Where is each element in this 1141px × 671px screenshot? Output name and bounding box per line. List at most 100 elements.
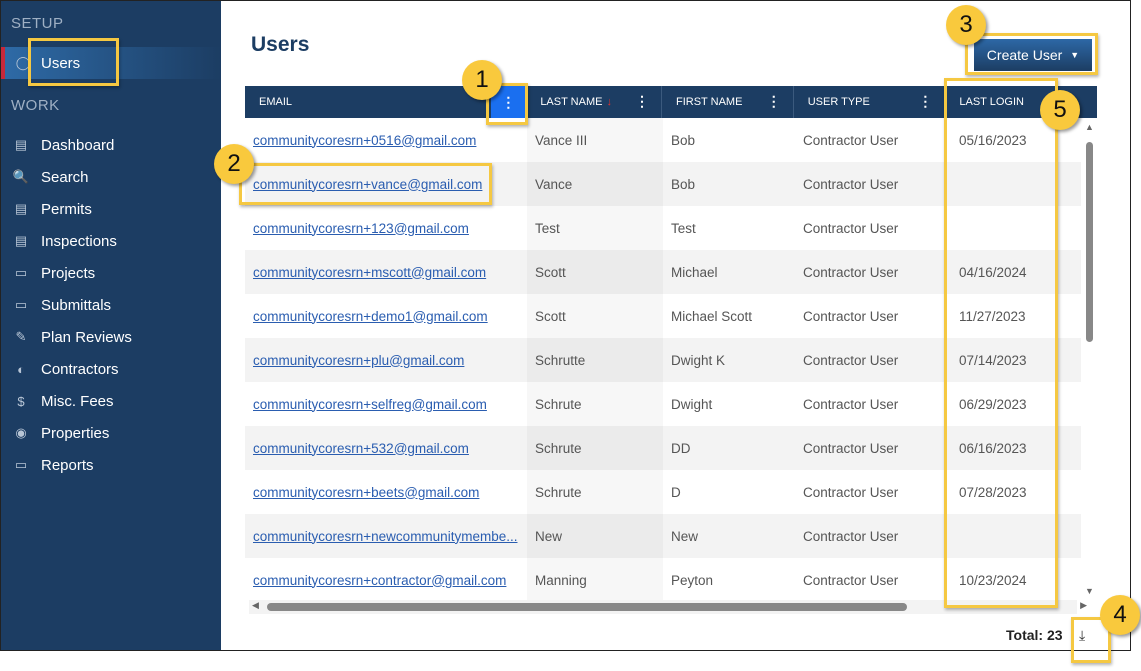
sidebar-item-label: Inspections [41,232,117,250]
document-icon: ▤ [14,201,28,216]
vertical-scroll-thumb[interactable] [1086,142,1093,342]
sidebar-item-reports[interactable]: ▭ Reports [1,449,221,481]
sidebar-item-label: Dashboard [41,136,115,154]
sidebar-item-label: Misc. Fees [41,392,114,410]
sidebar-item-inspections[interactable]: ▤ Inspections [1,225,221,257]
sidebar-item-label: Projects [41,264,96,282]
sort-desc-icon: ↓ [606,96,612,108]
total-count: Total: 23 [1006,627,1063,643]
email-link[interactable]: communitycoresrn+beets@gmail.com [253,485,479,500]
callout-badge: 2 [214,144,254,184]
column-header-user-type[interactable]: USER TYPE ⋮ [794,86,946,118]
cell-last-name: Scott [527,294,663,338]
cell-user-type: Contractor User [803,352,899,368]
cell-user-type: Contractor User [803,572,899,588]
cell-user-type: Contractor User [803,528,899,544]
cell-first-name: Peyton [671,572,714,588]
email-link[interactable]: communitycoresrn+123@gmail.com [253,221,469,236]
callout-box-last-login [944,78,1058,608]
sidebar-item-label: Contractors [41,360,119,378]
cell-user-type: Contractor User [803,132,899,148]
search-icon: 🔍 [12,169,30,184]
sidebar-item-label: Submittals [41,296,112,314]
scroll-up-icon[interactable]: ▲ [1085,122,1094,132]
sidebar-item-label: Plan Reviews [41,328,132,346]
hardhat-icon: ◐ [17,361,25,377]
cell-last-name: Manning [527,558,663,602]
cell-first-name: Bob [671,176,696,192]
callout-badge: 4 [1100,595,1140,635]
sidebar-item-search[interactable]: 🔍 Search [1,161,221,193]
cell-last-name: Vance III [527,118,663,162]
sidebar-item-dashboard[interactable]: ▤ Dashboard [1,129,221,161]
sidebar-item-projects[interactable]: ▭ Projects [1,257,221,289]
cell-last-name: Schrute [527,426,663,470]
column-label: LAST NAME [540,96,603,108]
location-pin-icon: ◉ [15,425,27,440]
document-edit-icon: ✎ [15,329,27,344]
sidebar-item-properties[interactable]: ◉ Properties [1,417,221,449]
email-link[interactable]: communitycoresrn+newcommunitymembe... [253,529,517,544]
cell-first-name: Dwight [671,396,713,412]
sidebar-item-permits[interactable]: ▤ Permits [1,193,221,225]
cell-user-type: Contractor User [803,484,899,500]
cell-first-name: New [671,528,699,544]
column-header-first-name[interactable]: FIRST NAME ⋮ [662,86,794,118]
scroll-down-icon[interactable]: ▼ [1085,586,1094,596]
cell-email: communitycoresrn+demo1@gmail.com [245,294,527,338]
cell-email: communitycoresrn+beets@gmail.com [245,470,527,514]
folder-icon: ▭ [14,297,28,312]
cell-last-name: Schrutte [527,338,663,382]
cell-first-name: Michael Scott [671,308,753,324]
cell-first-name: Dwight K [671,352,726,368]
cell-email: communitycoresrn+selfreg@gmail.com [245,382,527,426]
email-link[interactable]: communitycoresrn+contractor@gmail.com [253,573,506,588]
cell-email: communitycoresrn+newcommunitymembe... [245,514,527,558]
cell-user-type: Contractor User [803,220,899,236]
email-link[interactable]: communitycoresrn+532@gmail.com [253,441,469,456]
scroll-right-icon[interactable]: ▶ [1080,600,1087,611]
cell-last-name: New [527,514,663,558]
sidebar-item-label: Permits [41,200,92,218]
folder-icon: ▭ [14,265,28,280]
cell-user-type: Contractor User [803,308,899,324]
column-menu-icon[interactable]: ⋮ [918,94,932,108]
email-link[interactable]: communitycoresrn+mscott@gmail.com [253,265,486,280]
column-menu-icon[interactable]: ⋮ [635,94,649,108]
cell-first-name: D [671,484,681,500]
cell-first-name: Michael [671,264,718,280]
cell-last-name: Test [527,206,663,250]
cell-last-name: Scott [527,250,663,294]
folder-open-icon: ▭ [14,457,28,472]
column-header-last-name[interactable]: LAST NAME ↓ ⋮ [526,86,662,118]
page-title: Users [251,33,310,56]
cell-user-type: Contractor User [803,264,899,280]
sidebar-item-submittals[interactable]: ▭ Submittals [1,289,221,321]
section-work: WORK [11,97,60,114]
vertical-scrollbar[interactable]: ▲ ▼ [1083,122,1095,596]
callout-badge: 3 [946,5,986,45]
sidebar-item-label: Properties [41,424,110,442]
cell-email: communitycoresrn+plu@gmail.com [245,338,527,382]
cell-last-name: Schrute [527,382,663,426]
email-link[interactable]: communitycoresrn+selfreg@gmail.com [253,397,487,412]
money-icon: $ [17,393,25,409]
callout-badge: 5 [1040,90,1080,130]
sidebar-item-contractors[interactable]: ◐ Contractors [1,353,221,385]
callout-badge: 1 [462,60,502,100]
cell-first-name: DD [671,440,691,456]
email-link[interactable]: communitycoresrn+plu@gmail.com [253,353,464,368]
horizontal-scroll-thumb[interactable] [267,603,907,611]
sidebar-item-plan-reviews[interactable]: ✎ Plan Reviews [1,321,221,353]
cell-first-name: Test [671,220,696,236]
callout-box-create-user [965,33,1098,75]
cell-user-type: Contractor User [803,396,899,412]
column-menu-icon[interactable]: ⋮ [767,94,781,108]
sidebar-item-misc-fees[interactable]: $ Misc. Fees [1,385,221,417]
scroll-left-icon[interactable]: ◀ [252,600,259,611]
email-link[interactable]: communitycoresrn+demo1@gmail.com [253,309,488,324]
sidebar-item-label: Search [41,168,89,186]
email-link[interactable]: communitycoresrn+0516@gmail.com [253,133,476,148]
cell-email: communitycoresrn+contractor@gmail.com [245,558,527,602]
cell-last-name: Schrute [527,470,663,514]
